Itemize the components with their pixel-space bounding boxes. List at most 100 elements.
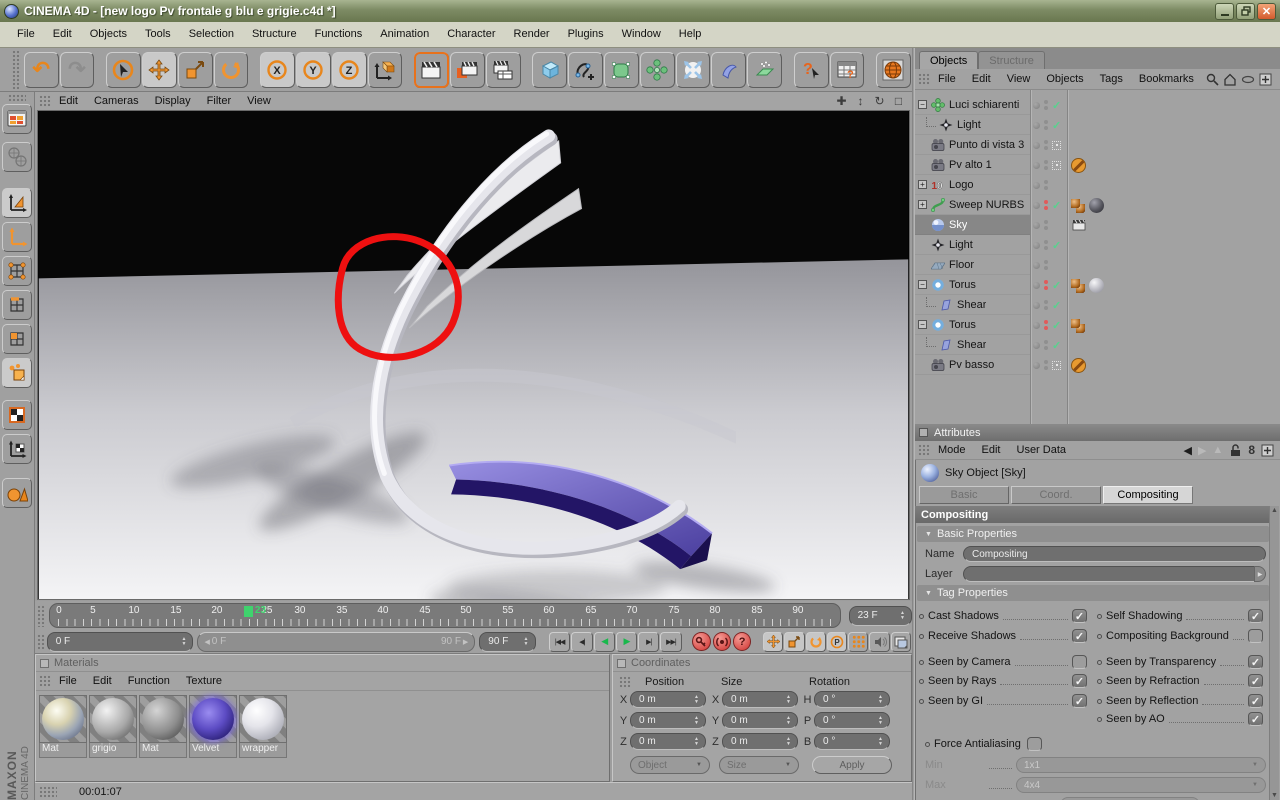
tree-row-shear-1[interactable]: Shear (915, 295, 1280, 315)
render-view-button[interactable] (414, 51, 449, 88)
tab-compositing[interactable]: Compositing (1103, 486, 1193, 504)
object-display-button[interactable] (2, 478, 32, 508)
coordinates-panel-title[interactable]: Coordinates (613, 655, 911, 672)
tab-basic[interactable]: Basic (919, 486, 1009, 504)
undo-button[interactable]: ↶ (23, 51, 59, 88)
start-frame-stepper[interactable] (179, 637, 188, 647)
menu-help[interactable]: Help (670, 22, 711, 47)
expander[interactable]: + (918, 200, 927, 209)
visibility-dots[interactable] (1030, 355, 1066, 375)
online-updater-button[interactable] (876, 51, 911, 88)
keyframe-parameter-toggle[interactable]: P (826, 631, 848, 652)
layer-input[interactable] (963, 566, 1265, 582)
visibility-dots[interactable] (1030, 135, 1066, 155)
min-dropdown[interactable]: 1x1 (1016, 757, 1266, 773)
panel-toggle-icon[interactable] (617, 658, 626, 668)
texture-axis-tool-button[interactable] (2, 434, 32, 464)
viewport-menu-edit[interactable]: Edit (51, 93, 86, 110)
lock-z-axis-button[interactable]: Z (331, 51, 367, 88)
add-modeling-object-button[interactable] (639, 51, 675, 88)
phong-tag-icon[interactable] (1071, 317, 1086, 333)
viewport-grip[interactable] (39, 95, 51, 107)
add-spline-button[interactable] (568, 51, 603, 88)
make-editable-button[interactable] (2, 104, 32, 134)
status-grip[interactable] (39, 785, 57, 798)
name-input[interactable]: Compositing (963, 546, 1266, 562)
rotation-p-field[interactable]: 0 ° (814, 712, 890, 729)
visibility-dots[interactable] (1030, 115, 1066, 135)
material-tag-icon[interactable] (1089, 197, 1104, 213)
scale-tool-button[interactable] (177, 51, 213, 88)
coordinates-grip[interactable] (619, 676, 631, 688)
home-icon[interactable] (1223, 73, 1237, 86)
rotate-tool-button[interactable] (213, 51, 249, 88)
materials-panel-title[interactable]: Materials (36, 655, 609, 672)
rotation-h-field[interactable]: 0 ° (814, 691, 890, 708)
render-preview-toggle[interactable] (890, 631, 912, 652)
visibility-dots[interactable] (1030, 255, 1066, 275)
play-backwards-button[interactable] (593, 631, 615, 652)
tree-row-pv-basso[interactable]: Pv basso (915, 355, 1280, 375)
render-settings-button[interactable] (485, 51, 521, 88)
texture-tool-button[interactable] (2, 400, 32, 430)
visibility-dots[interactable] (1030, 235, 1066, 255)
max-dropdown[interactable]: 4x4 (1016, 777, 1266, 793)
minimize-button[interactable] (1215, 2, 1234, 20)
edges-mode-button[interactable] (2, 290, 32, 320)
material-item[interactable]: Velvet (189, 695, 238, 758)
menu-animation[interactable]: Animation (371, 22, 438, 47)
visibility-dots[interactable] (1030, 195, 1066, 215)
close-button[interactable] (1257, 2, 1276, 20)
help-button[interactable]: ? (793, 51, 829, 88)
menu-window[interactable]: Window (613, 22, 670, 47)
viewport-rotate-icon[interactable]: ↻ (872, 94, 887, 108)
sync-icon[interactable]: 8 (1248, 443, 1255, 457)
current-frame-marker[interactable] (243, 606, 253, 617)
tree-row-shear-2[interactable]: Shear (915, 335, 1280, 355)
search-icon[interactable] (1206, 73, 1219, 86)
keyframe-rotation-toggle[interactable] (805, 631, 826, 652)
seen-by-camera-checkbox[interactable] (1072, 655, 1087, 669)
seen-by-reflection-checkbox[interactable] (1248, 694, 1263, 708)
visibility-dots[interactable] (1030, 175, 1066, 195)
panel-toggle-icon[interactable] (919, 428, 928, 437)
toolbar-grip[interactable] (12, 49, 21, 90)
world-coordinates-button[interactable] (2, 142, 32, 172)
menu-character[interactable]: Character (438, 22, 504, 47)
size-y-field[interactable]: 0 m (722, 712, 798, 729)
render-active-view-button[interactable] (449, 51, 485, 88)
history-forward-icon[interactable]: ▶ (1198, 444, 1206, 457)
expander[interactable]: − (918, 100, 927, 109)
add-panel-icon[interactable] (1261, 444, 1274, 457)
timeline-ruler[interactable]: 0 5 10 15 20 25 30 35 40 45 50 55 60 65 … (48, 603, 841, 628)
materials-menu-file[interactable]: File (51, 672, 85, 690)
title-bar[interactable]: CINEMA 4D - [new logo Pv frontale g blu … (0, 0, 1280, 22)
tree-row-pv-alto-1[interactable]: Pv alto 1 (915, 155, 1280, 175)
rotation-b-field[interactable]: 0 ° (814, 733, 890, 750)
attr-menu-mode[interactable]: Mode (930, 438, 974, 463)
attributes-scrollbar[interactable] (1269, 506, 1279, 800)
menu-structure[interactable]: Structure (243, 22, 306, 47)
tree-row-floor[interactable]: Floor (915, 255, 1280, 275)
viewport-maximize-icon[interactable]: □ (891, 94, 906, 108)
om-menu-view[interactable]: View (999, 67, 1039, 92)
om-menu-tags[interactable]: Tags (1092, 67, 1131, 92)
menu-render[interactable]: Render (505, 22, 559, 47)
live-selection-button[interactable] (106, 51, 141, 88)
tree-row-luci-schiarenti[interactable]: − Luci schiarenti (915, 95, 1280, 115)
menu-edit[interactable]: Edit (44, 22, 81, 47)
viewport-menu-display[interactable]: Display (147, 93, 199, 110)
visibility-dots[interactable] (1030, 295, 1066, 315)
tree-row-punto-di-vista-3[interactable]: Punto di vista 3 (915, 135, 1280, 155)
attr-menu-userdata[interactable]: User Data (1009, 438, 1075, 463)
visibility-dots[interactable] (1030, 275, 1066, 295)
seen-by-gi-checkbox[interactable] (1072, 694, 1087, 708)
force-antialiasing-checkbox[interactable] (1026, 737, 1042, 751)
om-menu-file[interactable]: File (930, 67, 964, 92)
compositing-section-header[interactable]: Compositing (915, 506, 1269, 523)
seen-by-ao-checkbox[interactable] (1248, 712, 1263, 726)
seen-by-rays-checkbox[interactable] (1072, 674, 1087, 688)
visibility-dots[interactable] (1030, 95, 1066, 115)
autokey-button[interactable] (712, 632, 731, 651)
visibility-dots[interactable] (1030, 315, 1066, 335)
